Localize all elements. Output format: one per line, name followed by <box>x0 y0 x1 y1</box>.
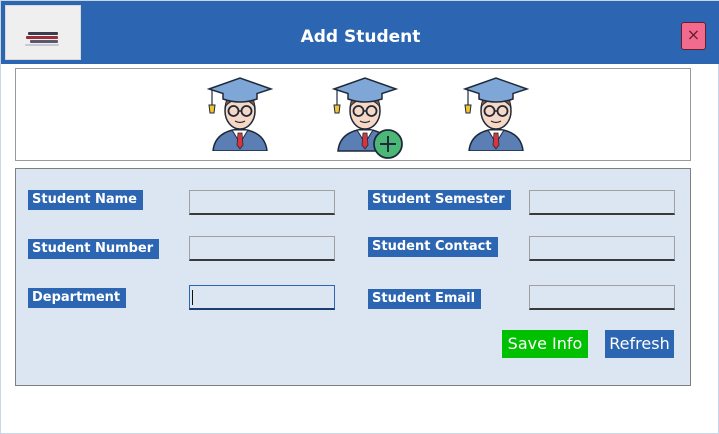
text-caret <box>192 290 193 305</box>
student-form-panel: Student Name Student Number Department S… <box>15 168 691 386</box>
close-button[interactable]: × <box>681 22 706 50</box>
graduate-student-add-icon <box>331 77 403 159</box>
title-bar: Add Student × <box>1 1 719 64</box>
save-info-button[interactable]: Save Info <box>502 330 588 358</box>
student-email-input[interactable] <box>529 285 675 310</box>
department-input[interactable] <box>189 285 335 310</box>
refresh-button[interactable]: Refresh <box>605 330 674 358</box>
window-title: Add Student <box>300 27 421 47</box>
plus-badge-icon <box>373 129 403 159</box>
graduate-student-icon <box>462 77 530 151</box>
student-name-label: Student Name <box>28 190 143 210</box>
student-name-input[interactable] <box>189 190 335 215</box>
student-contact-label: Student Contact <box>368 237 498 257</box>
close-icon: × <box>686 25 701 44</box>
add-student-window: Add Student × Student Name Student Numbe… <box>0 0 719 434</box>
student-number-input[interactable] <box>189 236 335 261</box>
student-email-label: Student Email <box>368 289 482 309</box>
student-semester-input[interactable] <box>529 190 675 215</box>
student-contact-input[interactable] <box>529 236 675 261</box>
student-semester-label: Student Semester <box>368 190 511 210</box>
graduate-student-icon <box>206 77 274 151</box>
student-number-label: Student Number <box>28 239 160 259</box>
department-label: Department <box>28 288 127 308</box>
student-icons-banner <box>15 68 691 161</box>
